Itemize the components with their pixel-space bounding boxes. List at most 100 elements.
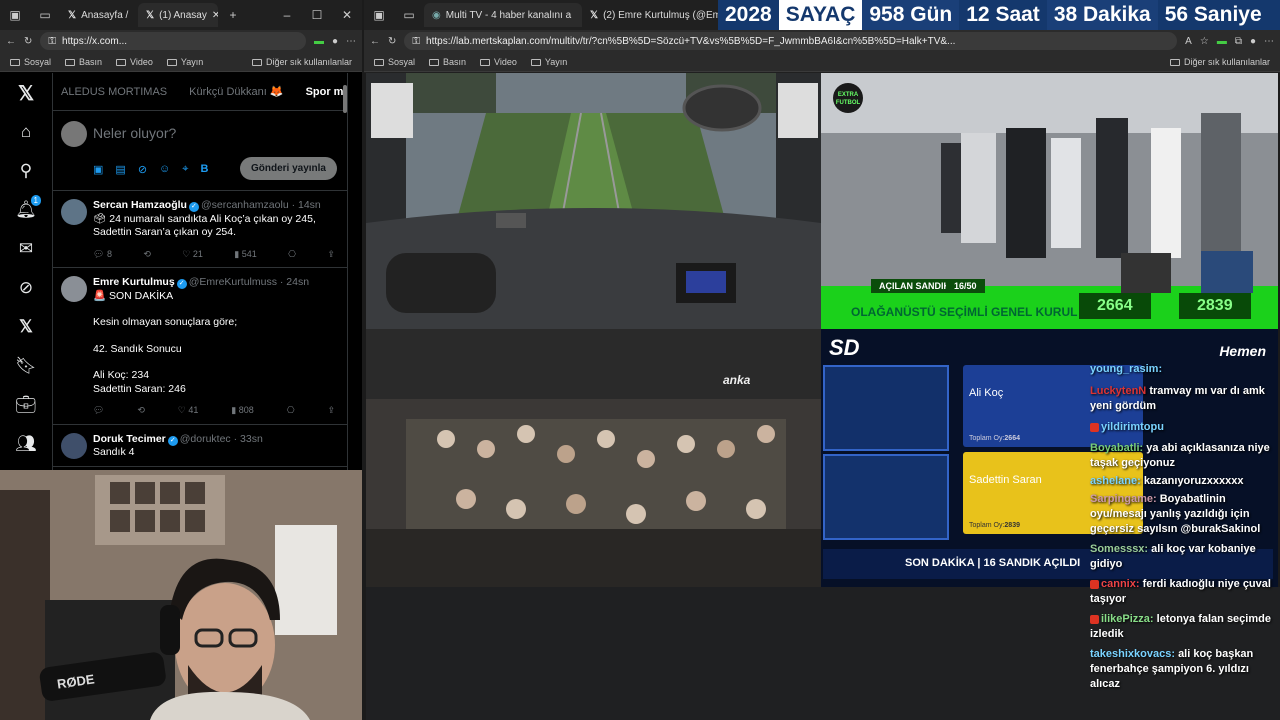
- media-icon[interactable]: ▣: [93, 163, 103, 176]
- right-bookmarks-bar: Sosyal Basın Video Yayın Diğer sık kulla…: [364, 52, 1280, 72]
- countdown-hours: 12 Saat: [959, 0, 1047, 30]
- tweet-time[interactable]: · 33sn: [234, 433, 263, 445]
- tab-spor-medyasi[interactable]: Spor medyası: [306, 86, 347, 98]
- workspaces-icon[interactable]: ▣: [0, 8, 30, 22]
- menu-icon[interactable]: ⋯: [1264, 36, 1274, 47]
- compose-input[interactable]: Neler oluyor?: [93, 125, 176, 141]
- repost-icon[interactable]: ⟲: [137, 404, 145, 418]
- candidate-votes: 2839: [1004, 522, 1020, 529]
- location-icon[interactable]: ⌖: [182, 163, 188, 176]
- communities-icon[interactable]: 👥︎: [14, 432, 38, 456]
- tweet-handle[interactable]: @sercanhamzaolu: [201, 199, 289, 211]
- tab-multitv[interactable]: ◉ Multi TV - 4 haber kanalını a: [424, 3, 582, 27]
- reply-icon[interactable]: 💬︎: [93, 404, 104, 418]
- tab-anasayfa-1[interactable]: 𝕏 Anasayfa /: [60, 3, 138, 27]
- workspaces-icon[interactable]: ▣: [364, 8, 394, 22]
- bookmarks-icon[interactable]: 🔖︎: [14, 354, 38, 378]
- tweet-handle[interactable]: @doruktec: [180, 433, 231, 445]
- tab-emre-kurtulmus[interactable]: 𝕏 (2) Emre Kurtulmuş (@EmreKurt: [582, 3, 718, 27]
- share-icon[interactable]: ⇪: [327, 404, 335, 418]
- bookmark-sosyal[interactable]: Sosyal: [374, 57, 415, 67]
- bookmark-video[interactable]: Video: [480, 57, 517, 67]
- bookmark-yayin[interactable]: Yayın: [530, 57, 567, 67]
- x-timeline: ALEDUS MORTIMAS Kürkçü Dükkanı 🦊 Spor me…: [52, 73, 348, 470]
- bookmark-basin[interactable]: Basın: [429, 57, 466, 67]
- bookmark-sosyal[interactable]: Sosyal: [10, 57, 51, 67]
- tab-kurkcu[interactable]: Kürkçü Dükkanı 🦊: [189, 85, 283, 98]
- chat-badge-icon: [1090, 579, 1099, 589]
- post-button[interactable]: Gönderi yayınla: [239, 157, 337, 180]
- tab-anasayfa-2[interactable]: 𝕏 (1) Anasay ✕: [138, 3, 218, 27]
- url-field[interactable]: ⚿ https://x.com...: [40, 32, 306, 50]
- url-field[interactable]: ⚿ https://lab.mertskaplan.com/multitv/tr…: [404, 32, 1178, 50]
- close-window-icon[interactable]: ✕: [332, 8, 362, 22]
- views-icon[interactable]: ▮ 541: [234, 248, 256, 262]
- collections-icon[interactable]: ⧉: [1235, 36, 1242, 47]
- tweet-emre[interactable]: Emre Kurtulmuş ✓ @EmreKurtulmuss · 24sn 🚨 …: [53, 268, 347, 425]
- extension-icon[interactable]: ▬: [1217, 36, 1227, 47]
- tweet-doruk[interactable]: Doruk Tecimer ✓ @doruktec · 33sn Sandık 4: [53, 425, 347, 467]
- video-anka-hall[interactable]: anka: [366, 329, 821, 587]
- grok-compose-icon[interactable]: ⊘: [138, 163, 147, 176]
- notifications-icon[interactable]: 🔔︎ 1: [14, 195, 41, 222]
- like-icon[interactable]: ♡ 21: [182, 248, 203, 262]
- messages-icon[interactable]: ✉: [14, 237, 38, 261]
- bookmark-icon[interactable]: ⎔: [287, 404, 295, 418]
- views-icon[interactable]: ▮ 808: [231, 404, 253, 418]
- folder-icon: [116, 58, 127, 66]
- bookmark-other[interactable]: Diğer sık kullanılanlar: [1169, 57, 1270, 67]
- minimize-icon[interactable]: –: [272, 8, 302, 22]
- search-icon[interactable]: ⚲: [14, 159, 38, 183]
- refresh-icon[interactable]: ↻: [388, 36, 396, 47]
- scrollbar[interactable]: [343, 85, 347, 113]
- video-extra-futbol[interactable]: EXTRA FUTBOL AÇILAN SANDIK 16/50 OLAĞANÜ…: [821, 73, 1278, 329]
- avatar: [61, 199, 87, 225]
- tweet-author[interactable]: Doruk Tecimer: [93, 433, 166, 445]
- gif-icon[interactable]: ▤: [115, 163, 125, 176]
- tab-aledus[interactable]: ALEDUS MORTIMAS: [61, 86, 167, 98]
- bookmark-basin[interactable]: Basın: [65, 57, 102, 67]
- grok-icon[interactable]: ⊘: [14, 276, 38, 300]
- bookmark-other[interactable]: Diğer sık kullanılanlar: [251, 57, 352, 67]
- tweet-handle[interactable]: @EmreKurtulmuss: [189, 276, 277, 288]
- refresh-icon[interactable]: ↻: [24, 36, 32, 47]
- share-icon[interactable]: ⇪: [327, 248, 335, 262]
- jobs-icon[interactable]: 💼︎: [14, 393, 38, 417]
- x-logo-icon[interactable]: 𝕏: [14, 81, 38, 105]
- profile-icon[interactable]: ●: [332, 36, 338, 47]
- folder-icon: [166, 58, 177, 66]
- extension-icon[interactable]: ▬: [314, 36, 324, 47]
- bookmark-video[interactable]: Video: [116, 57, 153, 67]
- countdown-year: 2028: [718, 0, 779, 30]
- favorite-star-icon[interactable]: ☆: [1200, 36, 1209, 47]
- tweet-author[interactable]: Emre Kurtulmuş: [93, 276, 175, 288]
- home-icon[interactable]: ⌂: [14, 120, 38, 144]
- chat-message: ashelane: kazanıyoruzxxxxxx: [1090, 475, 1244, 487]
- read-aloud-icon[interactable]: A: [1185, 36, 1192, 47]
- emoji-icon[interactable]: ☺: [159, 163, 170, 176]
- bookmark-yayin[interactable]: Yayın: [166, 57, 203, 67]
- back-icon[interactable]: ←: [370, 36, 380, 47]
- verified-icon: ✓: [188, 202, 199, 212]
- tweet-time[interactable]: · 24sn: [280, 276, 309, 288]
- tweet-sercan[interactable]: Sercan Hamzaoğlu ✓ @sercanhamzaolu · 14sn …: [53, 191, 347, 268]
- profile-icon[interactable]: ●: [1250, 36, 1256, 47]
- tab-actions-icon[interactable]: ▭: [394, 8, 424, 22]
- x-favicon-icon: 𝕏: [590, 9, 599, 21]
- menu-icon[interactable]: ⋯: [346, 36, 356, 47]
- chat-message: Boyabatli: ya abi açıklasanıza niye taşa…: [1090, 442, 1270, 469]
- tab-actions-icon[interactable]: ▭: [30, 8, 60, 22]
- tweet-author[interactable]: Sercan Hamzaoğlu: [93, 199, 187, 211]
- reply-icon[interactable]: 💬︎ 8: [93, 248, 112, 262]
- right-tab-bar: ▣ ▭ ◉ Multi TV - 4 haber kanalını a 𝕏 (2…: [364, 0, 718, 30]
- like-icon[interactable]: ♡ 41: [178, 404, 199, 418]
- bookmark-icon[interactable]: ⎔: [288, 248, 296, 262]
- back-icon[interactable]: ←: [6, 36, 16, 47]
- maximize-icon[interactable]: ☐: [302, 8, 332, 22]
- new-tab-icon[interactable]: +: [218, 8, 248, 22]
- video-tram-cab[interactable]: [366, 73, 821, 329]
- tweet-time[interactable]: · 14sn: [292, 199, 321, 211]
- bold-icon[interactable]: B: [200, 163, 208, 176]
- premium-x-icon[interactable]: 𝕏: [14, 315, 38, 339]
- repost-icon[interactable]: ⟲: [143, 248, 151, 262]
